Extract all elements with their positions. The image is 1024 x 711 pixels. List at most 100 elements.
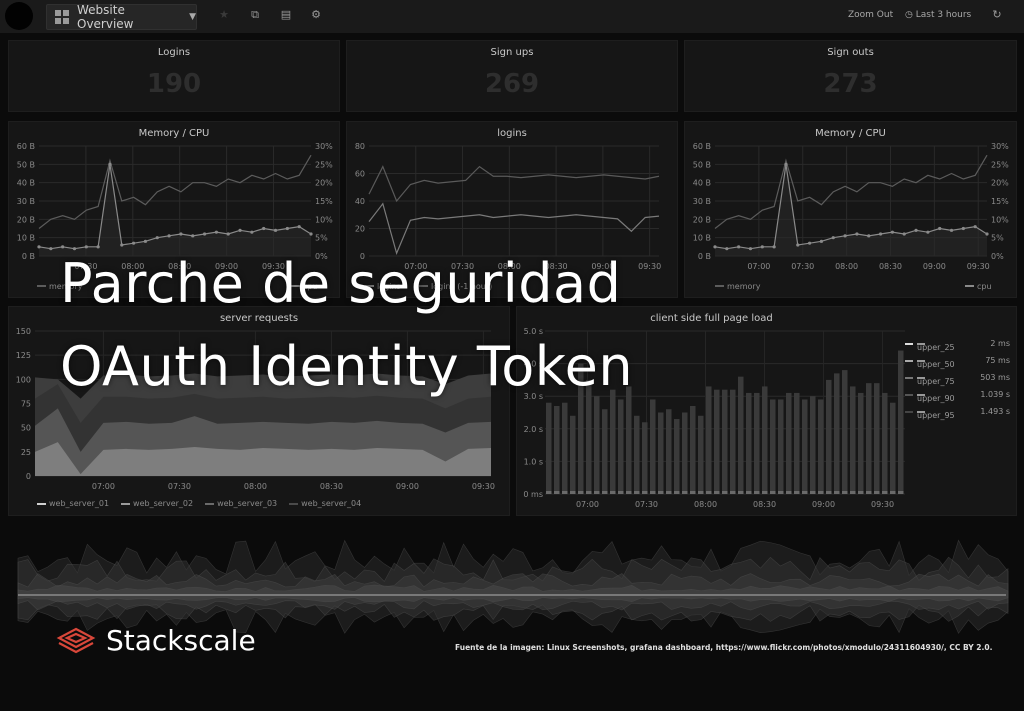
legend-item[interactable]: web_server_02 xyxy=(121,499,193,508)
data-point xyxy=(226,232,230,236)
y-tick-label: 20 B xyxy=(17,215,35,224)
data-point xyxy=(250,230,254,234)
bar xyxy=(658,412,664,494)
bar xyxy=(634,415,640,494)
data-point xyxy=(843,234,847,238)
settings-icon[interactable]: ⚙ xyxy=(309,8,323,22)
bar-base xyxy=(842,491,848,494)
y2-tick-label: 0% xyxy=(991,252,1004,261)
data-point xyxy=(938,226,942,231)
data-point xyxy=(784,162,788,166)
bar-base xyxy=(546,491,552,494)
data-point xyxy=(808,241,812,245)
legend-label: cpu xyxy=(977,282,992,291)
stackscale-logo-icon xyxy=(56,627,96,653)
bar xyxy=(594,396,600,494)
time-range-label: Last 3 hours xyxy=(915,10,972,20)
bar xyxy=(866,383,872,494)
bar xyxy=(858,392,864,494)
bar-base xyxy=(850,491,856,494)
bar xyxy=(730,389,736,494)
clock-icon: ◷ xyxy=(905,10,913,20)
stat-panel-signups[interactable]: Sign ups 269 xyxy=(346,40,678,112)
stat-value: 190 xyxy=(146,69,202,99)
legend-item[interactable]: web_server_03 xyxy=(205,499,277,508)
stat-panel-signouts[interactable]: Sign outs 273 xyxy=(684,40,1017,112)
zoom-out-button[interactable]: Zoom Out xyxy=(848,10,893,20)
data-point xyxy=(819,239,824,243)
bar-base xyxy=(794,491,800,494)
y-tick-label: 50 B xyxy=(693,160,711,169)
memory-cpu-chart: 0 B 10 B 20 B 30 B 40 B 50 B 60 B 0% 5% 10% 15% 20%… xyxy=(693,142,1009,291)
legend-row[interactable]: upper_95 1.493 s xyxy=(905,403,1010,420)
legend-item[interactable]: web_server_01 xyxy=(37,499,109,508)
y-tick-label: 20 B xyxy=(693,215,711,224)
data-point xyxy=(961,226,965,231)
x-tick-label: 09:30 xyxy=(871,500,894,509)
y-tick-label: 60 xyxy=(355,170,365,179)
y-tick-label: 2.0 s xyxy=(524,425,543,434)
bar-base xyxy=(786,491,792,494)
dashboard-picker[interactable]: Website Overview ▼ xyxy=(46,3,197,31)
bar xyxy=(602,409,608,494)
bar xyxy=(706,386,712,494)
data-point xyxy=(143,239,148,243)
data-point xyxy=(831,236,835,240)
bar-base xyxy=(618,491,624,494)
legend-item[interactable]: web_server_04 xyxy=(289,499,361,508)
bar-base xyxy=(666,491,672,494)
y2-tick-label: 25% xyxy=(991,160,1009,169)
stat-panel-logins[interactable]: Logins 190 xyxy=(8,40,340,112)
legend-row[interactable]: upper_25 2 ms xyxy=(905,335,1010,352)
stat-value: 273 xyxy=(823,69,878,99)
bar xyxy=(842,370,848,494)
grafana-logo[interactable] xyxy=(5,2,33,30)
panel-title: Sign ups xyxy=(490,47,534,58)
x-tick-label: 07:30 xyxy=(791,262,814,271)
x-tick-label: 09:30 xyxy=(638,262,661,271)
bar xyxy=(698,415,704,494)
bar xyxy=(818,399,824,494)
bar xyxy=(874,383,880,494)
x-tick-label: 08:00 xyxy=(244,482,267,491)
bar xyxy=(834,373,840,494)
star-icon[interactable]: ★ xyxy=(217,8,231,22)
bar-base xyxy=(778,491,784,494)
x-tick-label: 08:30 xyxy=(320,482,343,491)
y2-tick-label: 15% xyxy=(991,197,1009,206)
data-point xyxy=(878,232,883,236)
panel-title: Logins xyxy=(157,47,191,58)
y-tick-label: 80 xyxy=(355,142,365,151)
legend-row[interactable]: upper_50 75 ms xyxy=(905,352,1010,369)
y-tick-label: 30 B xyxy=(17,197,35,206)
refresh-icon[interactable]: ↻ xyxy=(990,8,1004,22)
bar-base xyxy=(874,491,880,494)
y2-tick-label: 20% xyxy=(991,179,1009,188)
legend-row[interactable]: upper_90 1.039 s xyxy=(905,386,1010,403)
data-point xyxy=(914,228,918,232)
x-tick-label: 07:00 xyxy=(747,262,770,271)
data-point xyxy=(238,228,242,232)
bar-base xyxy=(818,491,824,494)
overlay-title-line1: Parche de seguridad xyxy=(60,252,622,315)
bar xyxy=(714,389,720,494)
bar xyxy=(674,419,680,494)
x-tick-label: 07:00 xyxy=(92,482,115,491)
bar xyxy=(666,409,672,494)
graph-panel-memory-cpu-2[interactable]: Memory / CPU 0 B 10 B 20 B 30 B 40 B 50 B 60 B… xyxy=(684,121,1017,298)
y-tick-label: 10 B xyxy=(693,234,711,243)
bar-base xyxy=(554,491,560,494)
data-point xyxy=(191,234,195,238)
series-line-memory xyxy=(38,154,312,229)
time-range-picker[interactable]: ◷ Last 3 hours xyxy=(905,10,971,20)
bar xyxy=(850,386,856,494)
save-icon[interactable]: ▤ xyxy=(279,8,293,22)
legend-row[interactable]: upper_75 503 ms xyxy=(905,369,1010,386)
bar xyxy=(642,422,648,494)
bar-base xyxy=(682,491,688,494)
y2-tick-label: 5% xyxy=(315,234,328,243)
data-point xyxy=(713,245,717,249)
data-point xyxy=(796,243,800,247)
share-icon[interactable]: ⧉ xyxy=(248,8,262,22)
bar-base xyxy=(570,491,576,494)
